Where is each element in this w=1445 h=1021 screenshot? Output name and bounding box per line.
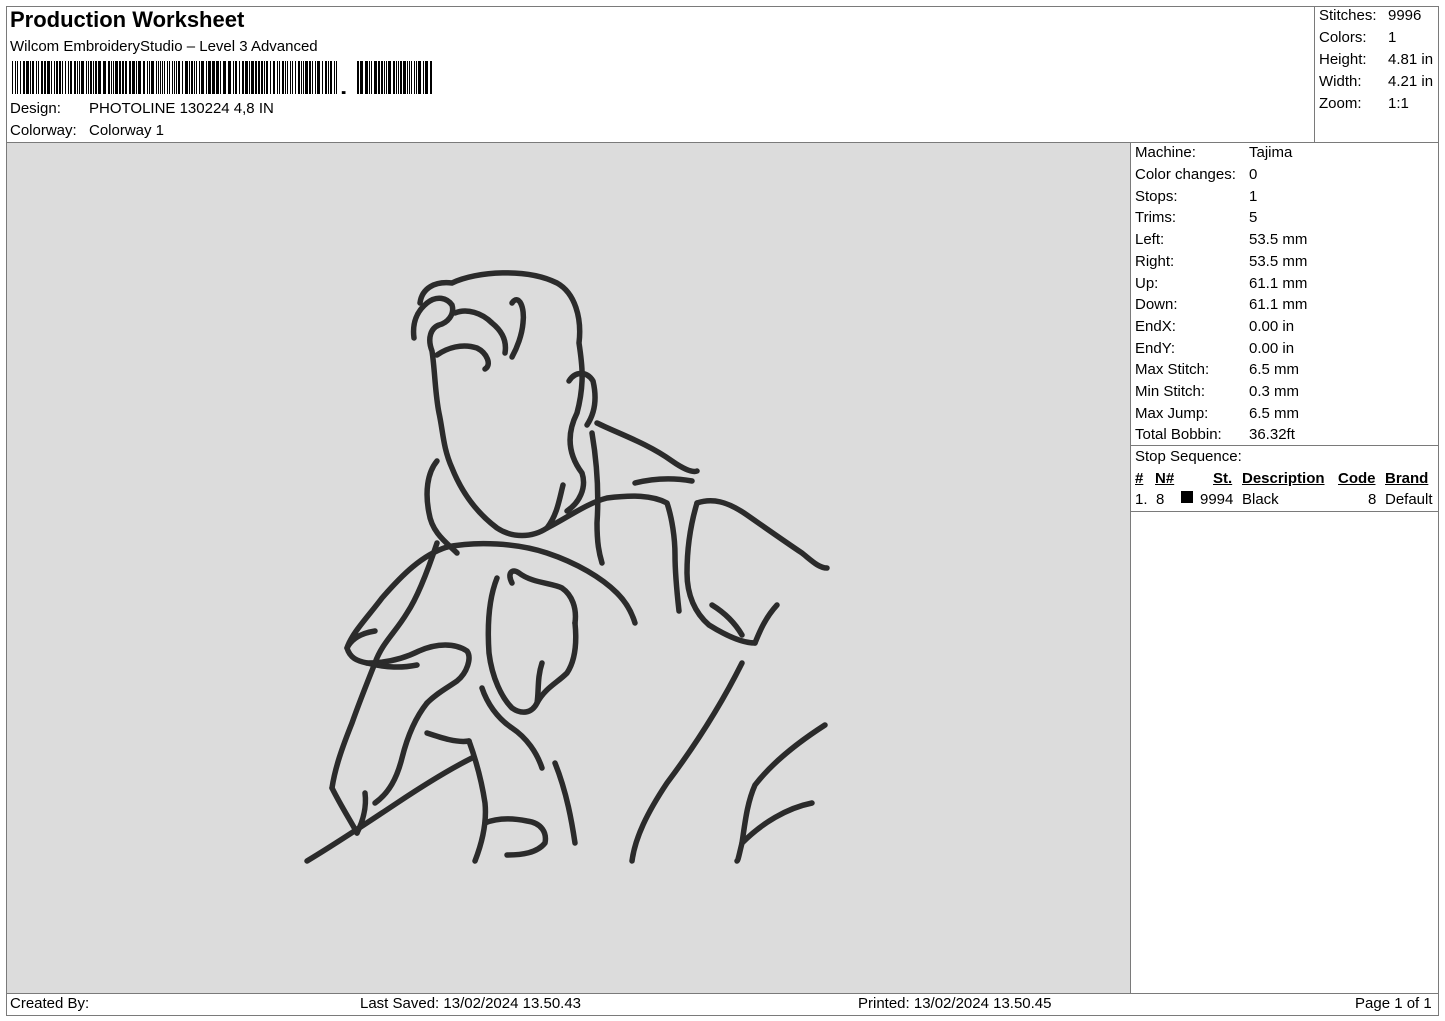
stitches-value: 9996 [1388,7,1422,24]
left-value: 53.5 mm [1249,231,1308,248]
max-jump-label: Max Jump: [1135,405,1209,422]
up-label: Up: [1135,275,1159,292]
design-label: Design: [10,100,61,117]
max-stitch-value: 6.5 mm [1249,361,1300,378]
min-stitch-value: 0.3 mm [1249,383,1300,400]
left-label: Left: [1135,231,1165,248]
design-preview [7,143,1130,993]
total-bobbin-value: 36.32ft [1249,426,1295,443]
row-needle: 8 [1156,491,1165,508]
header-needle: N# [1155,470,1175,487]
created-by: Created By: [10,995,90,1012]
height-label: Height: [1319,51,1367,68]
barcode-image: , [12,61,432,94]
endx-label: EndX: [1135,318,1176,335]
endx-value: 0.00 in [1249,318,1295,335]
row-code: 8 [1368,491,1377,508]
machine-value: Tajima [1249,144,1293,161]
down-label: Down: [1135,296,1178,313]
trims-label: Trims: [1135,209,1177,226]
colorway-value: Colorway 1 [89,122,165,139]
total-bobbin-label: Total Bobbin: [1135,426,1222,443]
right-label: Right: [1135,253,1175,270]
stitches-label: Stitches: [1319,7,1377,24]
printed-date: Printed: 13/02/2024 13.50.45 [858,995,1052,1012]
divider [1314,6,1315,142]
width-label: Width: [1319,73,1362,90]
endy-label: EndY: [1135,340,1176,357]
divider [6,993,1439,994]
min-stitch-label: Min Stitch: [1135,383,1206,400]
divider [1130,445,1439,446]
page-number: Page 1 of 1 [1355,995,1432,1012]
page-title: Production Worksheet [10,7,245,32]
right-value: 53.5 mm [1249,253,1308,270]
down-value: 61.1 mm [1249,296,1308,313]
header-stitch: St. [1213,470,1233,487]
svg-text:,: , [340,71,347,94]
row-num: 1. [1135,491,1148,508]
stops-value: 1 [1249,188,1258,205]
embroidery-design-image [304,270,830,864]
header-brand: Brand [1385,470,1429,487]
endy-value: 0.00 in [1249,340,1295,357]
design-value: PHOTOLINE 130224 4,8 IN [89,100,274,117]
up-value: 61.1 mm [1249,275,1308,292]
colorway-label: Colorway: [10,122,77,139]
height-value: 4.81 in [1388,51,1434,68]
color-swatch [1181,491,1193,503]
stops-label: Stops: [1135,188,1178,205]
header-num: # [1135,470,1144,487]
zoom-label: Zoom: [1319,95,1362,112]
software-name: Wilcom EmbroideryStudio – Level 3 Advanc… [10,38,318,55]
row-description: Black [1242,491,1279,508]
header-code: Code [1338,470,1376,487]
header-description: Description [1242,470,1325,487]
color-changes-label: Color changes: [1135,166,1236,183]
trims-value: 5 [1249,209,1258,226]
last-saved: Last Saved: 13/02/2024 13.50.43 [360,995,582,1012]
max-jump-value: 6.5 mm [1249,405,1300,422]
row-stitch: 9994 [1200,491,1234,508]
divider [1130,142,1131,993]
zoom-value: 1:1 [1388,95,1409,112]
stop-sequence-title: Stop Sequence: [1135,448,1242,465]
row-brand: Default [1385,491,1433,508]
colors-label: Colors: [1319,29,1367,46]
color-changes-value: 0 [1249,166,1258,183]
max-stitch-label: Max Stitch: [1135,361,1210,378]
machine-label: Machine: [1135,144,1196,161]
divider [1130,511,1439,512]
colors-value: 1 [1388,29,1397,46]
width-value: 4.21 in [1388,73,1434,90]
